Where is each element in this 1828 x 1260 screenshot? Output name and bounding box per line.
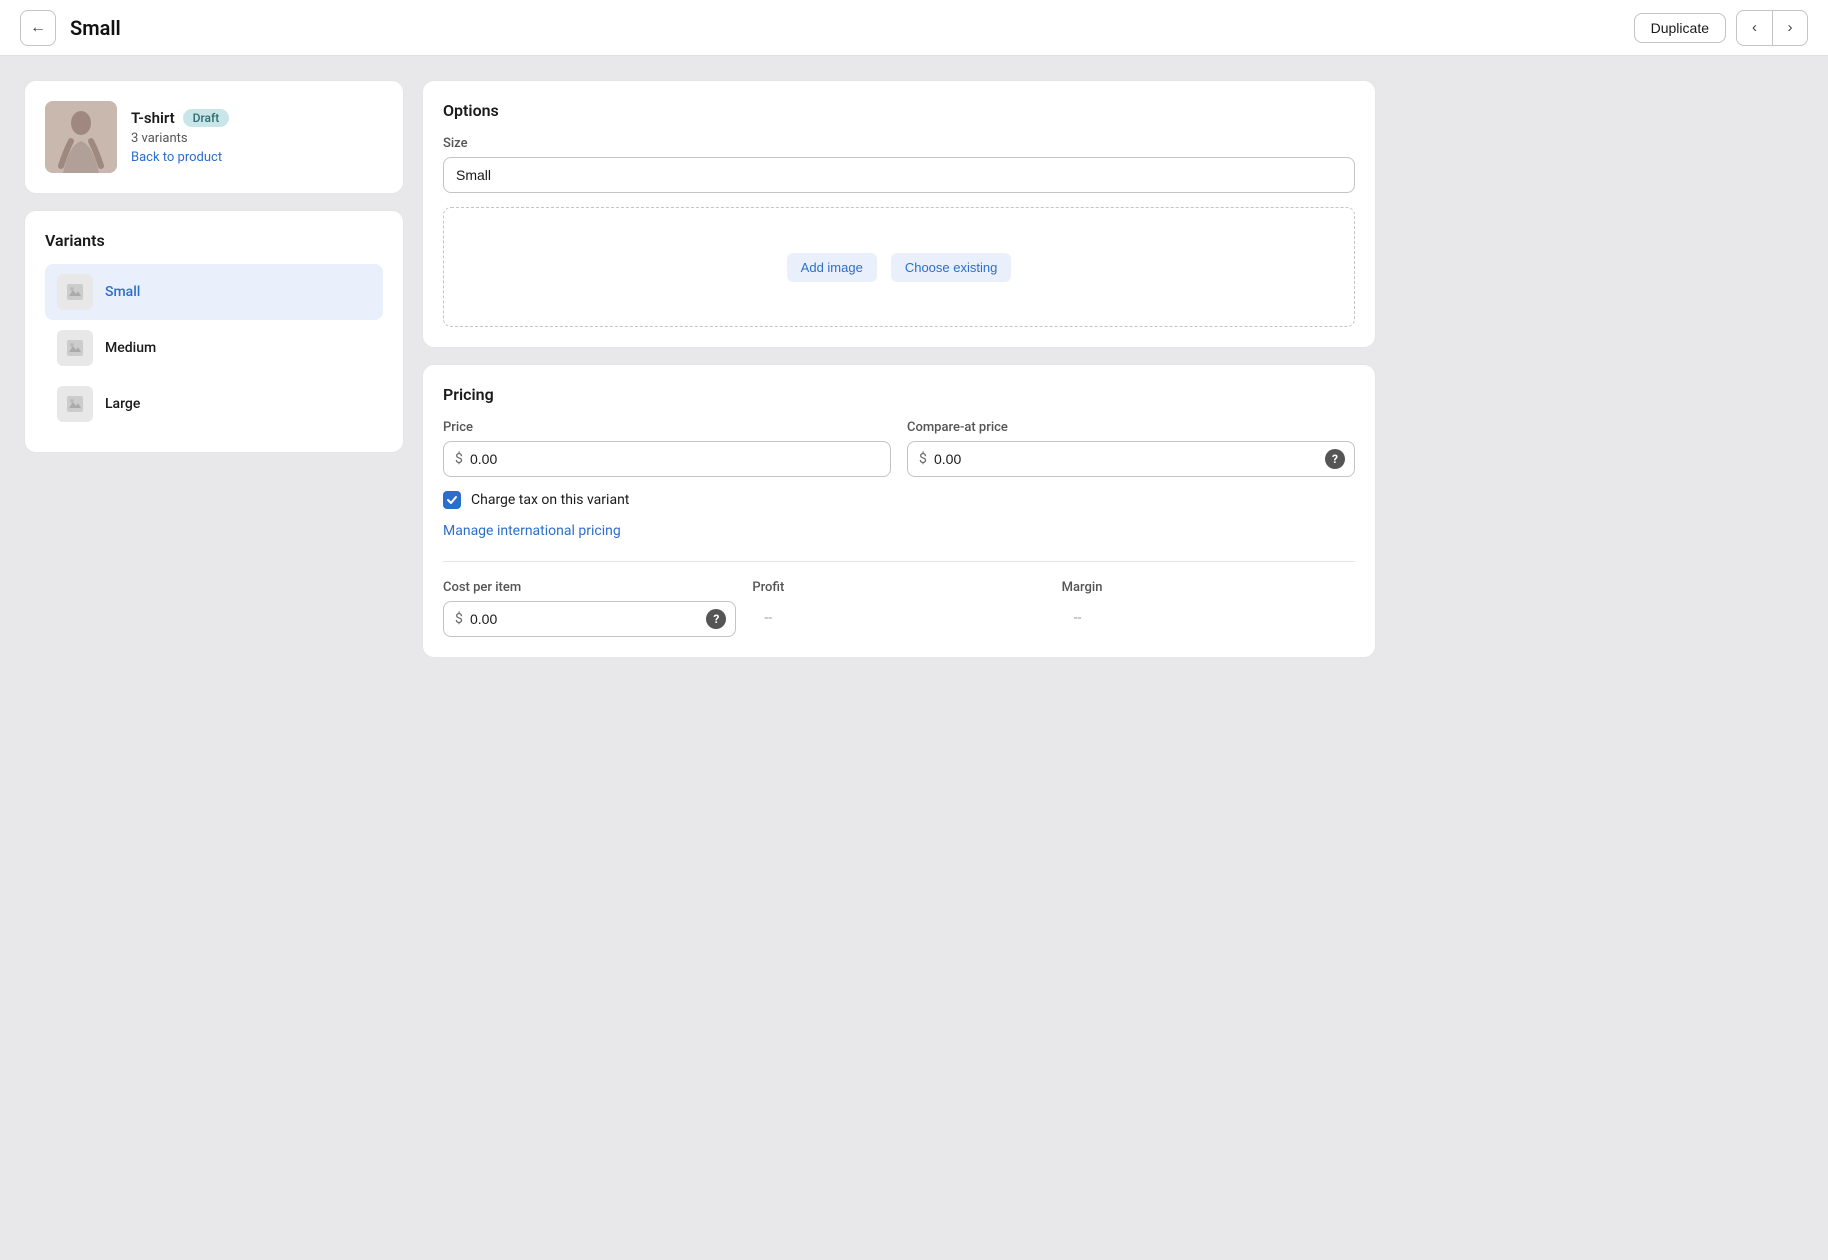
draft-badge: Draft [183, 109, 230, 127]
top-bar-right: Duplicate ‹ › [1634, 10, 1808, 46]
choose-existing-button[interactable]: Choose existing [891, 253, 1012, 282]
cost-per-item-field: Cost per item $ ? [443, 580, 736, 637]
charge-tax-row: Charge tax on this variant [443, 491, 1355, 509]
margin-label: Margin [1062, 580, 1355, 595]
nav-buttons: ‹ › [1736, 10, 1808, 46]
pricing-row: Price $ Compare-at price $ ? [443, 420, 1355, 477]
price-label: Price [443, 420, 891, 435]
cost-currency-symbol: $ [455, 611, 463, 627]
compare-at-label: Compare-at price [907, 420, 1355, 435]
product-image [45, 101, 117, 173]
cost-per-item-input[interactable] [443, 601, 736, 637]
variant-item-small[interactable]: Small [45, 264, 383, 320]
variants-count: 3 variants [131, 131, 229, 146]
compare-at-help-icon[interactable]: ? [1325, 449, 1345, 469]
variant-icon-small [57, 274, 93, 310]
compare-at-currency-symbol: $ [919, 451, 927, 467]
variants-card: Variants Small [24, 210, 404, 453]
margin-value: -- [1062, 601, 1355, 635]
size-input[interactable] [443, 157, 1355, 193]
back-button[interactable]: ← [20, 10, 56, 46]
margin-field: Margin -- [1062, 580, 1355, 637]
pricing-title: Pricing [443, 385, 1355, 404]
cost-per-item-label: Cost per item [443, 580, 736, 595]
compare-at-input[interactable] [907, 441, 1355, 477]
size-field: Size [443, 136, 1355, 193]
variant-label-large: Large [105, 396, 140, 412]
product-details: T-shirt Draft 3 variants Back to product [131, 109, 229, 165]
top-bar: ← Small Duplicate ‹ › [0, 0, 1828, 56]
variants-title: Variants [45, 231, 383, 250]
back-to-product-link[interactable]: Back to product [131, 150, 229, 165]
charge-tax-checkbox[interactable] [443, 491, 461, 509]
prev-button[interactable]: ‹ [1736, 10, 1772, 46]
cost-input-wrap: $ ? [443, 601, 736, 637]
add-image-button[interactable]: Add image [787, 253, 877, 282]
price-currency-symbol: $ [455, 451, 463, 467]
page-title: Small [70, 16, 121, 40]
variant-label-small: Small [105, 284, 140, 300]
compare-at-input-wrap: $ ? [907, 441, 1355, 477]
compare-at-field: Compare-at price $ ? [907, 420, 1355, 477]
variant-item-medium[interactable]: Medium [45, 320, 383, 376]
price-field: Price $ [443, 420, 891, 477]
product-name-row: T-shirt Draft [131, 109, 229, 127]
pricing-divider [443, 561, 1355, 562]
size-label: Size [443, 136, 1355, 151]
duplicate-button[interactable]: Duplicate [1634, 13, 1726, 43]
product-info: T-shirt Draft 3 variants Back to product [45, 101, 383, 173]
variant-label-medium: Medium [105, 340, 156, 356]
product-card: T-shirt Draft 3 variants Back to product [24, 80, 404, 194]
price-input-wrap: $ [443, 441, 891, 477]
profit-label: Profit [752, 580, 1045, 595]
options-card: Options Size Add image Choose existing [422, 80, 1376, 348]
left-column: T-shirt Draft 3 variants Back to product… [24, 80, 404, 658]
variant-icon-large [57, 386, 93, 422]
top-bar-left: ← Small [20, 10, 121, 46]
variant-icon-medium [57, 330, 93, 366]
cost-row: Cost per item $ ? Profit -- Margin -- [443, 580, 1355, 637]
charge-tax-label: Charge tax on this variant [471, 492, 629, 508]
main-content: T-shirt Draft 3 variants Back to product… [0, 56, 1400, 682]
product-name: T-shirt [131, 109, 175, 127]
options-title: Options [443, 101, 1355, 120]
next-button[interactable]: › [1772, 10, 1808, 46]
image-drop-area[interactable]: Add image Choose existing [443, 207, 1355, 327]
profit-value: -- [752, 601, 1045, 635]
right-column: Options Size Add image Choose existing P… [422, 80, 1376, 658]
profit-field: Profit -- [752, 580, 1045, 637]
variant-item-large[interactable]: Large [45, 376, 383, 432]
manage-international-link[interactable]: Manage international pricing [443, 523, 621, 539]
pricing-card: Pricing Price $ Compare-at price $ ? [422, 364, 1376, 658]
price-input[interactable] [443, 441, 891, 477]
